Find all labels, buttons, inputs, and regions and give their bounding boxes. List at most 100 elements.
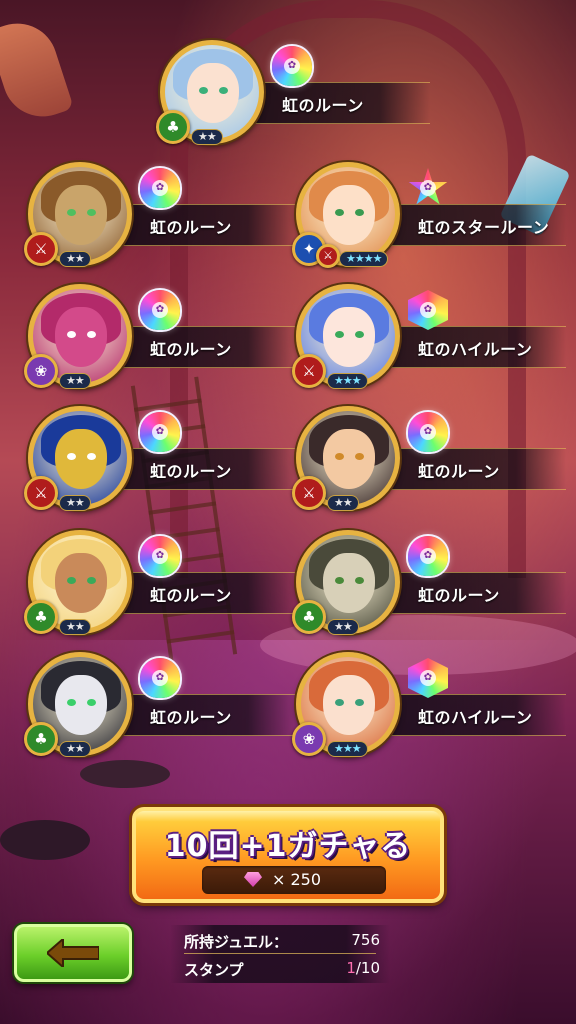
rune-emblem-icon: ✿ — [420, 670, 436, 686]
rainbow-rune-icon: ✿ — [140, 290, 180, 330]
character-eye — [87, 331, 96, 338]
rarity-stars: ★★ — [60, 252, 90, 266]
role-purple-icon: ❀ — [24, 354, 58, 388]
role-red-icon: ⚔ — [24, 232, 58, 266]
character-eye — [67, 577, 76, 584]
role-red-icon: ⚔ — [292, 476, 326, 510]
result-card[interactable]: 虹のスタールーン ✿ ✦ ⚔ ★★★★ — [292, 162, 566, 282]
character-eye — [67, 699, 76, 706]
gacha-cost-panel: × 250 — [202, 866, 386, 894]
rune-label: 虹のスタールーン — [418, 218, 550, 237]
rarity-stars: ★★ — [328, 620, 358, 634]
stamp-total: /10 — [355, 959, 380, 977]
rainbow-rune-icon: ✿ — [140, 536, 180, 576]
rune-label: 虹のルーン — [150, 218, 232, 237]
rarity-stars: ★★★ — [328, 374, 367, 388]
stamp-value: 1/10 — [346, 959, 380, 977]
character-eye — [67, 209, 76, 216]
stamp-current: 1 — [346, 959, 356, 977]
rune-label: 虹のハイルーン — [418, 340, 533, 359]
rainbow-rune-icon: ✿ — [140, 168, 180, 208]
gacha-cost-text: × 250 — [272, 870, 322, 889]
rune-label: 虹のルーン — [150, 462, 232, 481]
character-eye — [335, 699, 344, 706]
rune-emblem-icon: ✿ — [420, 180, 436, 196]
rainbow-high-rune-icon: ✿ — [408, 658, 448, 698]
character-eye — [335, 209, 344, 216]
result-card[interactable]: 虹のルーン ✿ ♣ ★★ — [24, 652, 298, 772]
character-eye — [355, 577, 364, 584]
rune-label: 虹のルーン — [150, 708, 232, 727]
rarity-stars: ★★ — [60, 374, 90, 388]
rune-emblem-icon: ✿ — [420, 548, 436, 564]
rarity-stars: ★★ — [60, 742, 90, 756]
rainbow-rune-icon: ✿ — [272, 46, 312, 86]
gacha-button-title: 10回+1ガチャる — [164, 829, 412, 864]
rune-emblem-icon: ✿ — [420, 424, 436, 440]
character-eye — [335, 331, 344, 338]
character-face — [55, 675, 107, 735]
rainbow-rune-icon: ✿ — [408, 536, 448, 576]
role-green-icon: ♣ — [292, 600, 326, 634]
role-red-icon: ⚔ — [316, 244, 340, 268]
result-card[interactable]: 虹のルーン ✿ ♣ ★★ — [292, 530, 566, 650]
result-card[interactable]: 虹のルーン ✿ ⚔ ★★ — [24, 162, 298, 282]
character-eye — [199, 87, 208, 94]
character-eye — [219, 87, 228, 94]
rarity-stars: ★★ — [192, 130, 222, 144]
result-card[interactable]: 虹のハイルーン ✿ ❀ ★★★ — [292, 652, 566, 772]
rarity-stars: ★★★★ — [340, 252, 388, 266]
role-red-icon: ⚔ — [292, 354, 326, 388]
rarity-stars: ★★ — [60, 496, 90, 510]
result-card[interactable]: 虹のルーン ✿ ♣ ★★ — [24, 530, 298, 650]
result-card[interactable]: 虹のルーン ✿ ❀ ★★ — [24, 284, 298, 404]
character-face — [55, 185, 107, 245]
rune-emblem-icon: ✿ — [152, 548, 168, 564]
gacha-10plus1-button[interactable]: 10回+1ガチャる × 250 — [132, 807, 444, 903]
character-eye — [355, 699, 364, 706]
rune-label: 虹のハイルーン — [418, 708, 533, 727]
character-face — [187, 63, 239, 123]
rarity-stars: ★★ — [328, 496, 358, 510]
stamp-label: スタンプ — [184, 961, 244, 979]
jewel-row: 所持ジュエル： 756 — [170, 927, 390, 953]
lamp-decoration — [0, 13, 74, 127]
character-eye — [87, 209, 96, 216]
result-card[interactable]: 虹のルーン ✿ ⚔ ★★ — [24, 406, 298, 526]
gem-icon — [244, 872, 262, 887]
character-face — [55, 307, 107, 367]
role-green-icon: ♣ — [24, 600, 58, 634]
back-button[interactable] — [14, 924, 132, 982]
rune-emblem-icon: ✿ — [152, 670, 168, 686]
character-face — [323, 185, 375, 245]
character-eye — [355, 209, 364, 216]
character-face — [55, 429, 107, 489]
character-eye — [67, 331, 76, 338]
rune-label: 虹のルーン — [150, 586, 232, 605]
jewel-label: 所持ジュエル： — [184, 933, 288, 951]
result-card[interactable]: 虹のルーン ✿ ⚔ ★★ — [292, 406, 566, 526]
rune-emblem-icon: ✿ — [152, 424, 168, 440]
rune-emblem-icon: ✿ — [152, 180, 168, 196]
rune-label: 虹のルーン — [418, 462, 500, 481]
arrow-left-icon — [47, 939, 99, 967]
jewel-value: 756 — [351, 931, 380, 949]
character-eye — [87, 699, 96, 706]
stool-decoration — [0, 820, 90, 860]
rarity-stars: ★★★ — [328, 742, 367, 756]
character-face — [55, 553, 107, 613]
result-card[interactable]: 虹のハイルーン ✿ ⚔ ★★★ — [292, 284, 566, 404]
character-eye — [355, 331, 364, 338]
character-eye — [335, 577, 344, 584]
character-eye — [335, 453, 344, 460]
rune-label: 虹のルーン — [282, 96, 364, 115]
rainbow-high-rune-icon: ✿ — [408, 290, 448, 330]
character-face — [323, 307, 375, 367]
result-card[interactable]: 虹のルーン ✿ ♣ ★★ — [156, 40, 430, 160]
character-eye — [87, 577, 96, 584]
divider — [184, 953, 376, 954]
stamp-row: スタンプ 1/10 — [170, 955, 390, 981]
rainbow-rune-icon: ✿ — [408, 412, 448, 452]
rune-label: 虹のルーン — [150, 340, 232, 359]
character-eye — [67, 453, 76, 460]
